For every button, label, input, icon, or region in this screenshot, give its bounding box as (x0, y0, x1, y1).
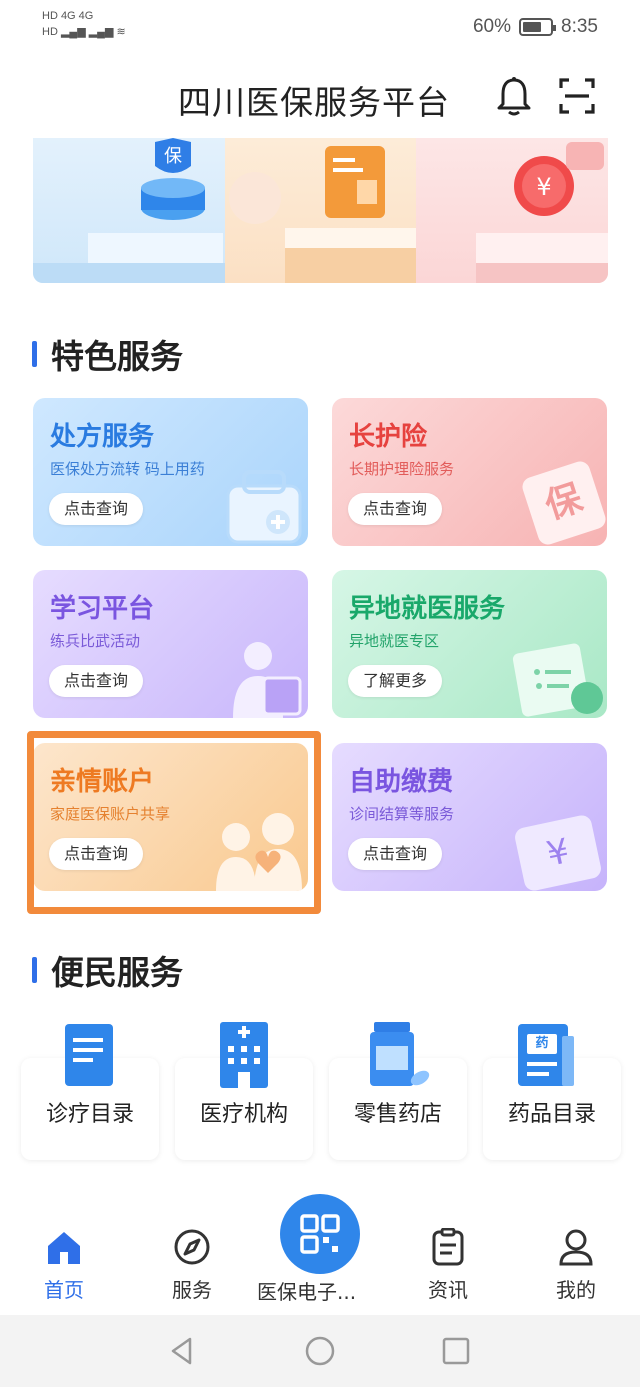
card-title: 学习平台 (50, 594, 155, 624)
card-remote-medical[interactable]: 异地就医服务 异地就医专区 了解更多 (332, 570, 607, 718)
query-button[interactable]: 点击查询 (348, 838, 443, 870)
home-icon (48, 1232, 80, 1264)
query-button[interactable]: 点击查询 (49, 665, 144, 697)
clipboard-icon (432, 1227, 464, 1266)
battery-icon (519, 18, 557, 36)
signal-indicators: HD 4G 4G HD ▂▄▆ ▂▄▆ ≋ (42, 10, 126, 38)
card-prescription[interactable]: 处方服务 医保处方流转 码上用药 点击查询 (33, 398, 308, 546)
user-icon (559, 1229, 593, 1266)
query-button[interactable]: 点击查询 (348, 493, 443, 525)
tab-label: 服务 (172, 1278, 212, 1302)
home-nav-icon[interactable] (304, 1335, 336, 1367)
reader-icon (233, 642, 302, 718)
section-convenience-label: 便民服务 (51, 953, 183, 992)
bell-icon[interactable] (494, 74, 534, 118)
status-right: 60% 8:35 (473, 16, 598, 38)
tab-news[interactable]: 资讯 (408, 1227, 488, 1303)
highlight-frame (27, 731, 321, 914)
tab-label: 首页 (44, 1278, 84, 1302)
banner-panel-card (224, 138, 417, 283)
tile-label: 医疗机构 (199, 1102, 288, 1127)
tab-profile[interactable]: 我的 (536, 1228, 616, 1303)
shield-illustration-icon: 保 (33, 138, 225, 283)
medicine-bottle-icon (370, 1022, 430, 1086)
card-title: 自助缴费 (349, 767, 454, 797)
card-title: 处方服务 (50, 422, 155, 452)
card-subtitle: 长期护理险服务 (349, 460, 455, 478)
drug-badge-text: 药 (527, 1034, 557, 1054)
back-icon[interactable] (168, 1336, 198, 1366)
qr-code-icon (300, 1214, 340, 1254)
card-long-term-care[interactable]: 长护险 长期护理险服务 点击查询 保 (332, 398, 607, 546)
tab-home[interactable]: 首页 (24, 1228, 104, 1303)
battery-percent: 60% (472, 16, 512, 37)
insurance-stamp-icon: 保 (519, 458, 607, 546)
card-learning-platform[interactable]: 学习平台 练兵比武活动 点击查询 (33, 570, 308, 718)
card-subtitle: 诊间结算等服务 (349, 805, 455, 823)
app-header: 四川医保服务平台 (0, 64, 640, 128)
page-title: 四川医保服务平台 (178, 83, 450, 122)
status-bar: HD 4G 4G HD ▂▄▆ ▂▄▆ ≋ 60% 8:35 (0, 0, 640, 56)
tab-label: 医保电子... (257, 1280, 357, 1304)
document-icon (512, 643, 603, 717)
card-subtitle: 练兵比武活动 (50, 632, 141, 650)
tile-label: 诊疗目录 (45, 1102, 134, 1127)
tile-label: 零售药店 (353, 1102, 442, 1127)
tab-label: 资讯 (428, 1278, 468, 1302)
wifi-icon: ≋ (116, 26, 126, 38)
clock: 8:35 (561, 16, 598, 37)
tab-label: 我的 (556, 1278, 596, 1302)
card-subtitle: 医保处方流转 码上用药 (50, 460, 205, 478)
section-accent-bar (32, 341, 37, 367)
document-list-icon (65, 1024, 113, 1086)
section-featured-label: 特色服务 (51, 337, 183, 376)
section-featured-title: 特色服务 (32, 330, 183, 378)
qr-code-button[interactable] (280, 1194, 360, 1274)
wallet-icon: ¥ (513, 813, 603, 891)
banner-panel-insurance: 保 (33, 138, 225, 283)
tile-label: 药品目录 (507, 1102, 596, 1127)
coin-illustration-icon: ¥ (476, 142, 608, 283)
query-button[interactable]: 点击查询 (49, 493, 144, 525)
hospital-icon (220, 1022, 268, 1088)
card-title: 长护险 (349, 422, 428, 452)
system-nav-bar (0, 1315, 640, 1387)
drug-catalog-icon: 药 (518, 1020, 578, 1090)
banner-carousel[interactable]: 保 ¥ (33, 138, 608, 283)
section-accent-bar (32, 957, 37, 983)
scan-icon[interactable] (557, 74, 597, 118)
card-self-payment[interactable]: 自助缴费 诊间结算等服务 点击查询 ¥ (332, 743, 607, 891)
recents-icon[interactable] (441, 1336, 471, 1366)
tab-services[interactable]: 服务 (152, 1228, 232, 1303)
card-subtitle: 异地就医专区 (349, 632, 440, 650)
banner-coin-text: ¥ (537, 173, 552, 201)
medical-kit-icon (226, 470, 302, 544)
banner-badge-text: 保 (164, 146, 182, 167)
learn-more-button[interactable]: 了解更多 (348, 665, 443, 697)
section-convenience-title: 便民服务 (32, 946, 183, 994)
card-title: 异地就医服务 (349, 594, 506, 624)
card-illustration-icon (228, 146, 417, 283)
compass-icon (174, 1229, 210, 1265)
banner-panel-payment: ¥ (416, 138, 608, 283)
